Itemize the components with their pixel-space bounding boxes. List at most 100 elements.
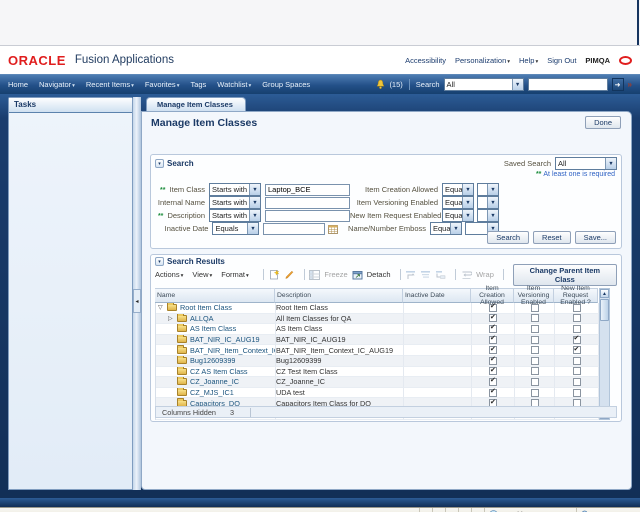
description-input[interactable] [265, 210, 350, 222]
table-row[interactable]: AS Item ClassAS Item Class [156, 324, 599, 335]
nav-item-home[interactable]: Home [8, 80, 28, 89]
scroll-up-arrow-icon[interactable]: ▲ [600, 289, 609, 298]
search-scope-select[interactable]: All ▼ [444, 78, 524, 91]
edit-pencil-icon[interactable] [284, 269, 295, 280]
search-go-button[interactable]: ➜ [612, 78, 624, 91]
new-item-request-enabled-checkbox[interactable] [573, 304, 581, 312]
new-item-request-enabled-checkbox[interactable] [573, 357, 581, 365]
item-creation-allowed-checkbox[interactable] [489, 346, 497, 354]
table-row[interactable]: Bug12609399Bug12609399 [156, 356, 599, 367]
table-row[interactable]: CZ AS Item ClassCZ Test Item Class [156, 367, 599, 378]
column-header-2[interactable]: Inactive Date [403, 288, 471, 303]
sign-out-link[interactable]: Sign Out [547, 56, 576, 65]
inactive-date-operator-select[interactable]: Equals▼ [212, 222, 259, 235]
new-item-request-enabled-checkbox[interactable] [573, 367, 581, 375]
item-class-operator-select[interactable]: Starts with▼ [209, 183, 261, 196]
new-item-request-enabled-checkbox[interactable] [573, 336, 581, 344]
format-menu[interactable]: Format▾ [221, 270, 249, 279]
inactive-date-input[interactable] [263, 223, 325, 235]
item-class-input[interactable] [265, 184, 350, 196]
search-button[interactable]: Search [487, 231, 529, 244]
item-versioning-enabled-value-select[interactable]: ▼ [477, 196, 499, 209]
accessibility-link[interactable]: Accessibility [405, 56, 446, 65]
item-creation-allowed-checkbox[interactable] [489, 378, 497, 386]
item-creation-allowed-checkbox[interactable] [489, 304, 497, 312]
item-versioning-enabled-operator-select[interactable]: Equals▼ [442, 196, 474, 209]
item-class-link[interactable]: AS Item Class [190, 324, 236, 333]
column-header-1[interactable]: Description [275, 288, 403, 303]
nav-item-tags[interactable]: Tags [190, 80, 206, 89]
item-class-link[interactable]: ALLQA [190, 314, 214, 323]
item-creation-allowed-checkbox[interactable] [489, 325, 497, 333]
item-creation-allowed-checkbox[interactable] [489, 357, 497, 365]
item-versioning-enabled-checkbox[interactable] [531, 314, 539, 322]
item-class-link[interactable]: CZ AS Item Class [190, 367, 248, 376]
description-operator-select[interactable]: Starts with▼ [209, 209, 261, 222]
nav-item-navigator[interactable]: Navigator▾ [39, 80, 75, 89]
item-class-link[interactable]: Root Item Class [180, 303, 232, 312]
new-item-request-enabled-checkbox[interactable] [573, 346, 581, 354]
panel-splitter[interactable]: ◂ [133, 97, 141, 490]
tab-manage-item-classes[interactable]: Manage Item Classes [146, 97, 246, 111]
splitter-collapse-handle[interactable]: ◂ [133, 289, 141, 313]
detach-icon[interactable] [352, 270, 363, 280]
actions-menu[interactable]: Actions▾ [155, 270, 183, 279]
item-class-link[interactable]: CZ_Joanne_IC [190, 377, 239, 386]
table-row[interactable]: BAT_NIR_Item_Context_IC_AUG19BAT_NIR_Ite… [156, 345, 599, 356]
item-creation-allowed-value-select[interactable]: ▼ [477, 183, 499, 196]
detach-button[interactable]: Detach [367, 270, 391, 279]
nav-item-group-spaces[interactable]: Group Spaces [262, 80, 310, 89]
item-creation-allowed-checkbox[interactable] [489, 389, 497, 397]
notifications-bell-icon[interactable] [376, 79, 385, 90]
saved-search-select[interactable]: All ▼ [555, 157, 617, 170]
item-creation-allowed-operator-select[interactable]: Equals▼ [442, 183, 474, 196]
advanced-search-icon[interactable]: » [628, 80, 632, 89]
item-creation-allowed-checkbox[interactable] [489, 314, 497, 322]
create-icon[interactable] [269, 269, 280, 280]
new-item-request-enabled-checkbox[interactable] [573, 325, 581, 333]
expand-node-icon[interactable]: ▷ [168, 315, 176, 322]
new-item-request-enabled-checkbox[interactable] [573, 378, 581, 386]
view-menu[interactable]: View▾ [192, 270, 212, 279]
internal-name-operator-select[interactable]: Starts with▼ [209, 196, 261, 209]
item-versioning-enabled-checkbox[interactable] [531, 325, 539, 333]
column-header-0[interactable]: Name [155, 288, 275, 303]
new-item-request-enabled-checkbox[interactable] [573, 389, 581, 397]
collapse-node-icon[interactable]: ▽ [158, 304, 166, 311]
notifications-count[interactable]: (15) [389, 80, 402, 89]
collapse-results-icon[interactable]: ▾ [155, 257, 164, 266]
personalization-menu[interactable]: Personalization▾ [455, 56, 510, 65]
item-versioning-enabled-checkbox[interactable] [531, 346, 539, 354]
new-item-request-enabled-operator-select[interactable]: Equals▼ [442, 209, 474, 222]
table-row[interactable]: CZ_Joanne_ICCZ_Joanne_IC [156, 377, 599, 388]
internal-name-input[interactable] [265, 197, 350, 209]
column-header-5[interactable]: New Item Request Enabled ? [554, 288, 598, 303]
item-class-link[interactable]: BAT_NIR_Item_Context_IC_AUG19 [190, 346, 275, 355]
table-row[interactable]: BAT_NIR_IC_AUG19BAT_NIR_IC_AUG19 [156, 335, 599, 346]
save-button[interactable]: Save... [575, 231, 616, 244]
reset-button[interactable]: Reset [533, 231, 571, 244]
item-versioning-enabled-checkbox[interactable] [531, 304, 539, 312]
collapse-search-icon[interactable]: ▾ [155, 159, 164, 168]
nav-item-watchlist[interactable]: Watchlist▾ [217, 80, 251, 89]
item-class-link[interactable]: Bug12609399 [190, 356, 235, 365]
new-item-request-enabled-value-select[interactable]: ▼ [477, 209, 499, 222]
item-creation-allowed-checkbox[interactable] [489, 367, 497, 375]
item-versioning-enabled-checkbox[interactable] [531, 336, 539, 344]
global-search-input[interactable] [528, 78, 608, 91]
help-menu[interactable]: Help▾ [519, 56, 538, 65]
item-class-link[interactable]: BAT_NIR_IC_AUG19 [190, 335, 260, 344]
item-versioning-enabled-checkbox[interactable] [531, 389, 539, 397]
item-versioning-enabled-checkbox[interactable] [531, 378, 539, 386]
zoom-control[interactable]: 100% ▾ [576, 508, 640, 512]
table-row[interactable]: CZ_MJS_IC1UDA test [156, 388, 599, 399]
nav-item-recent-items[interactable]: Recent Items▾ [86, 80, 134, 89]
item-class-link[interactable]: CZ_MJS_IC1 [190, 388, 234, 397]
name-number-emboss-operator-select[interactable]: Equals▼ [430, 222, 462, 235]
item-versioning-enabled-checkbox[interactable] [531, 357, 539, 365]
calendar-picker-icon[interactable] [328, 224, 338, 234]
table-vertical-scrollbar[interactable]: ▲ ▼ [599, 288, 610, 420]
scrollbar-thumb[interactable] [600, 299, 609, 321]
table-row[interactable]: ▽Root Item ClassRoot Item Class [156, 303, 599, 314]
item-creation-allowed-checkbox[interactable] [489, 336, 497, 344]
